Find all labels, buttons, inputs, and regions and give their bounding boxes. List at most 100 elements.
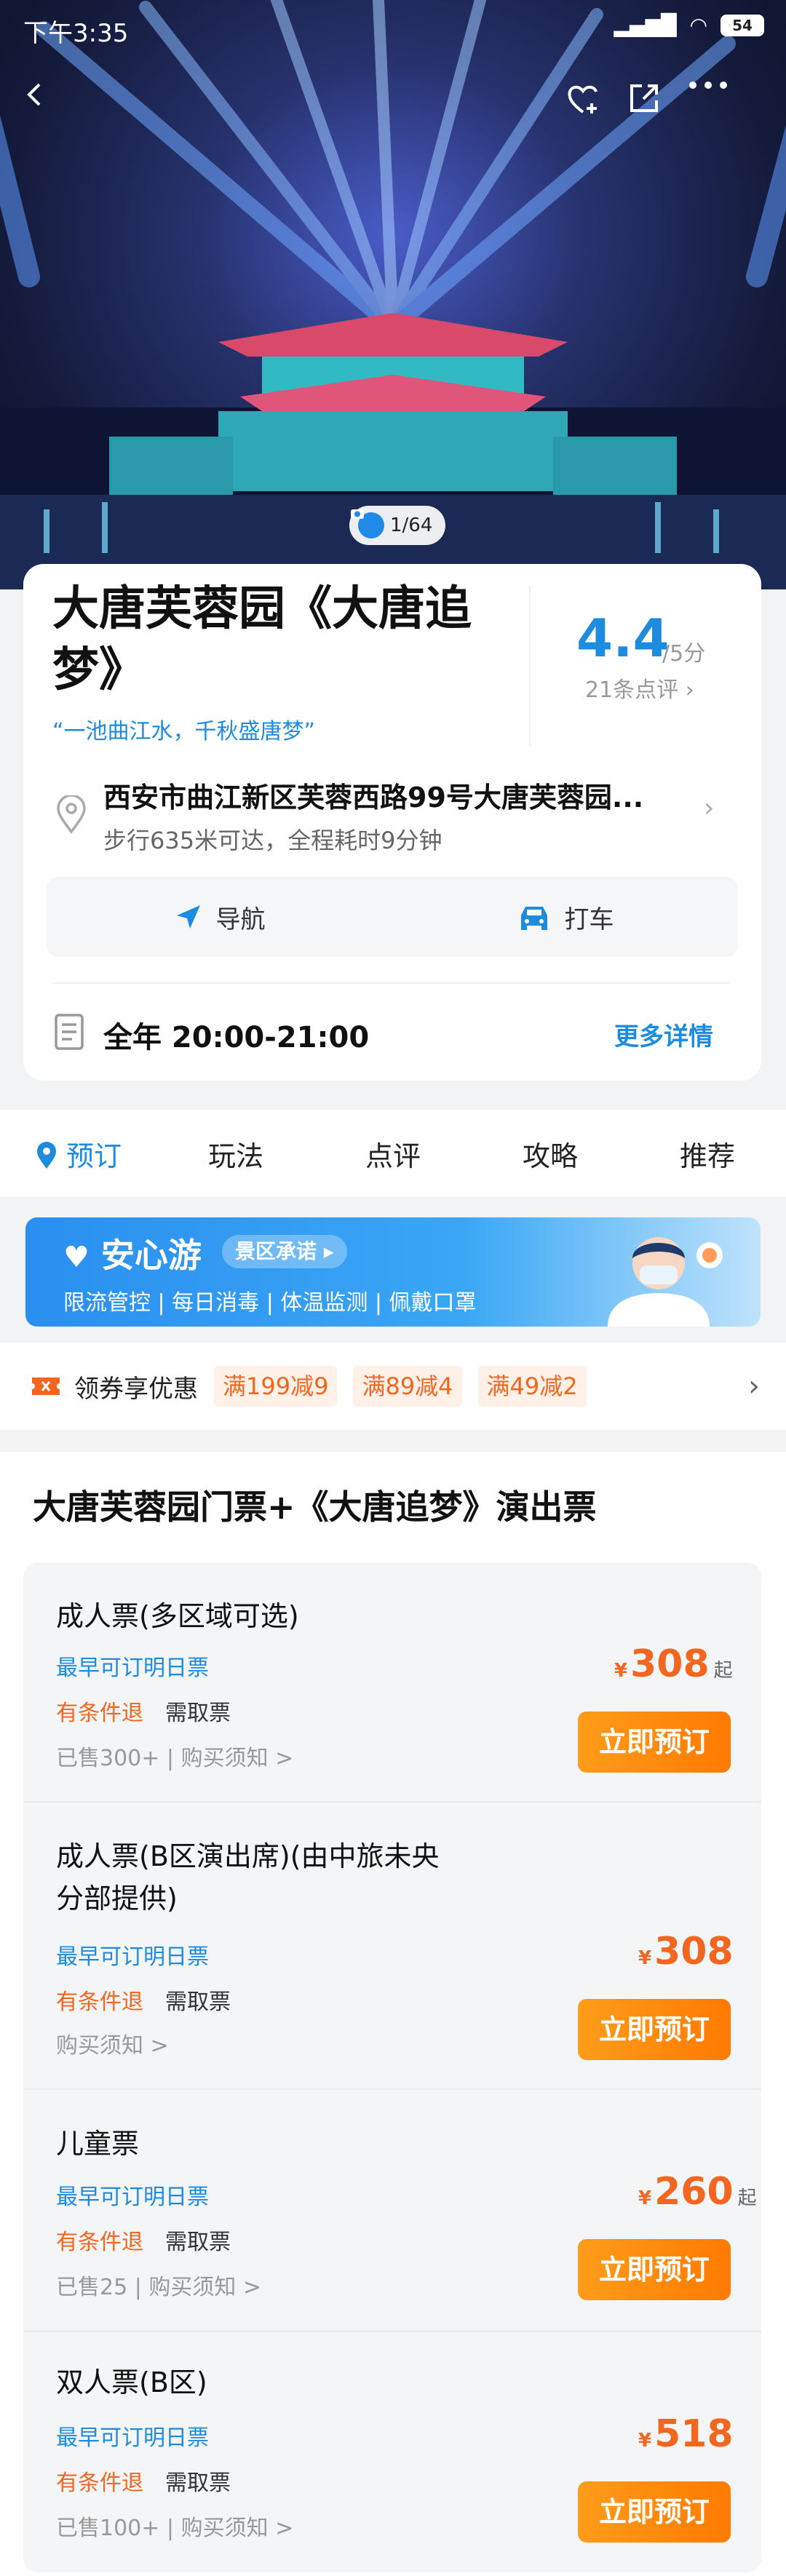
- rating-score[interactable]: 4.4: [576, 608, 670, 669]
- share-button[interactable]: [626, 80, 677, 131]
- tab-recommend[interactable]: 推荐: [629, 1134, 786, 1174]
- share-icon: [630, 84, 658, 112]
- tab-play[interactable]: 玩法: [157, 1134, 314, 1174]
- ticket-item[interactable]: 成人票(B区演出席)(由中旅未央分部提供) 最早可订明日票 有条件退 需取票 购…: [23, 1802, 761, 2090]
- ticket-section: 大唐芙蓉园门票+《大唐追梦》演出票 成人票(多区域可选) 最早可订明日票 有条件…: [0, 1452, 786, 2576]
- tab-label: 点评: [365, 1140, 421, 1172]
- page-title: 大唐芙蓉园《大唐追梦》: [52, 582, 472, 697]
- navigation-arrow-icon: [176, 905, 200, 929]
- ticket-refund-policy: 有条件退: [56, 2470, 143, 2496]
- coupon-ticket-icon: [32, 1378, 60, 1395]
- ticket-item[interactable]: 双人票(B区) 最早可订明日票 有条件退 需取票 已售100+ | 购买须知 >…: [23, 2332, 761, 2572]
- book-now-button[interactable]: 立即预订: [578, 1999, 731, 2060]
- tab-guides[interactable]: 攻略: [472, 1134, 629, 1174]
- ticket-notice[interactable]: 购买须知 >: [56, 2027, 169, 2059]
- chevron-right-icon: ›: [685, 677, 694, 703]
- status-bar: 下午3:35 ▂▄▆█ ◠ 54: [0, 0, 786, 58]
- promise-badge[interactable]: 景区承诺 ▸: [222, 1235, 347, 1268]
- info-card: 大唐芙蓉园《大唐追梦》 “一池曲江水，千秋盛唐梦” 4.4 /5分 21条点评 …: [23, 564, 761, 1081]
- coupon-row[interactable]: 领券享优惠 满199减9 满89减4 满49减2 ›: [0, 1343, 786, 1430]
- wifi-icon: ◠: [689, 13, 707, 37]
- currency-symbol: ¥: [614, 1660, 628, 1682]
- ticket-sold-and-notice[interactable]: 已售300+ | 购买须知 >: [56, 1740, 293, 1772]
- navigate-label: 导航: [215, 905, 266, 934]
- chevron-right-icon: ›: [748, 1370, 760, 1403]
- ticket-earliest-date: 最早可订明日票: [56, 1944, 209, 1970]
- tab-label: 预订: [66, 1140, 122, 1172]
- more-menu-button[interactable]: [688, 80, 739, 131]
- route-actions: 导航 打车: [47, 877, 738, 957]
- safety-banner[interactable]: ♥ 安心游 景区承诺 ▸ 限流管控 | 每日消毒 | 体温监测 | 佩戴口罩: [25, 1217, 761, 1327]
- ticket-pickup: 需取票: [165, 2230, 231, 2255]
- currency-symbol: ¥: [638, 1947, 652, 1969]
- photo-counter[interactable]: 1/64: [349, 506, 446, 545]
- address-chevron-icon[interactable]: ›: [704, 793, 714, 823]
- ticket-sold-and-notice[interactable]: 已售25 | 购买须知 >: [56, 2269, 261, 2301]
- review-count-link[interactable]: 21条点评 ›: [585, 672, 694, 704]
- section-tabs: 预订 玩法 点评 攻略 推荐: [0, 1110, 786, 1197]
- book-now-button[interactable]: 立即预订: [578, 2239, 731, 2300]
- car-icon: [520, 907, 547, 930]
- tab-reviews[interactable]: 点评: [314, 1134, 472, 1174]
- banner-brand: ♥ 安心游: [63, 1229, 202, 1277]
- ticket-refund-policy: 有条件退: [56, 1989, 143, 2015]
- ticket-price: ¥518: [638, 2412, 738, 2456]
- coupon-tag: 满49减2: [477, 1366, 587, 1407]
- ticket-price: ¥260 起: [638, 2170, 757, 2214]
- coupon-tag: 满89减4: [353, 1366, 462, 1407]
- ticket-name: 成人票(B区演出席)(由中旅未央分部提供): [56, 1840, 440, 1915]
- masked-person-illustration: [608, 1237, 723, 1327]
- ticket-item[interactable]: 成人票(多区域可选) 最早可订明日票 有条件退 需取票 已售300+ | 购买须…: [23, 1562, 761, 1802]
- price-value: 308: [654, 1930, 734, 1973]
- ticket-earliest-date: 最早可订明日票: [56, 1655, 209, 1681]
- review-count: 21条点评: [585, 677, 679, 703]
- ticket-price: ¥308 起: [614, 1642, 733, 1686]
- coupon-tag: 满199减9: [214, 1366, 338, 1407]
- divider: [52, 982, 729, 984]
- ticket-name: 双人票(B区): [56, 2366, 207, 2398]
- book-now-button[interactable]: 立即预订: [578, 1712, 731, 1773]
- tab-booking[interactable]: 预订: [0, 1134, 157, 1174]
- price-suffix: 起: [737, 2187, 757, 2209]
- ticket-name: 成人票(多区域可选): [56, 1600, 299, 1632]
- rating-unit: /5分: [662, 641, 706, 667]
- back-arrow-icon: [27, 83, 41, 106]
- battery-icon: 54: [720, 14, 764, 36]
- document-icon: [55, 1014, 84, 1050]
- signal-icon: ▂▄▆█: [614, 13, 677, 37]
- heart-icon: ♥: [63, 1241, 90, 1274]
- favorite-button[interactable]: [564, 80, 615, 131]
- more-dots-icon: [689, 82, 727, 89]
- location-pin-icon: [36, 1141, 56, 1169]
- navigate-button[interactable]: 导航: [47, 877, 392, 957]
- taxi-label: 打车: [564, 905, 614, 934]
- coupon-label: 领券享优惠: [74, 1374, 198, 1404]
- status-time: 下午3:35: [23, 19, 129, 48]
- back-button[interactable]: [20, 80, 71, 131]
- price-suffix: 起: [713, 1660, 733, 1682]
- ticket-list: 成人票(多区域可选) 最早可订明日票 有条件退 需取票 已售300+ | 购买须…: [23, 1562, 761, 2572]
- banner-items: 限流管控 | 每日消毒 | 体温监测 | 佩戴口罩: [63, 1290, 477, 1316]
- price-value: 308: [630, 1642, 710, 1686]
- price-value: 260: [654, 2170, 734, 2214]
- heart-plus-icon: [568, 85, 598, 114]
- hero-image[interactable]: 下午3:35 ▂▄▆█ ◠ 54 1/64: [0, 0, 786, 589]
- book-now-button[interactable]: 立即预订: [578, 2481, 731, 2543]
- address[interactable]: 西安市曲江新区芙蓉西路99号大唐芙蓉园...: [103, 775, 686, 815]
- ticket-pickup: 需取票: [165, 1701, 231, 1726]
- price-value: 518: [654, 2412, 734, 2456]
- more-details-link[interactable]: 更多详情: [614, 1017, 713, 1052]
- walk-distance: 步行635米可达，全程耗时9分钟: [103, 827, 442, 854]
- ticket-earliest-date: 最早可订明日票: [56, 2425, 209, 2451]
- ticket-price: ¥308: [638, 1930, 738, 1973]
- tab-label: 推荐: [679, 1140, 735, 1172]
- currency-symbol: ¥: [638, 2187, 652, 2209]
- camera-icon: [351, 509, 384, 538]
- slogan: “一池曲江水，千秋盛唐梦”: [52, 719, 316, 744]
- banner-brand-text: 安心游: [100, 1236, 202, 1275]
- ticket-item[interactable]: 儿童票 最早可订明日票 有条件退 需取票 已售25 | 购买须知 > ¥260 起…: [23, 2090, 761, 2332]
- ticket-sold-and-notice[interactable]: 已售100+ | 购买须知 >: [56, 2510, 293, 2542]
- opening-hours: 全年 20:00-21:00: [103, 1021, 370, 1054]
- tab-label: 玩法: [207, 1140, 263, 1172]
- taxi-button[interactable]: 打车: [392, 877, 738, 957]
